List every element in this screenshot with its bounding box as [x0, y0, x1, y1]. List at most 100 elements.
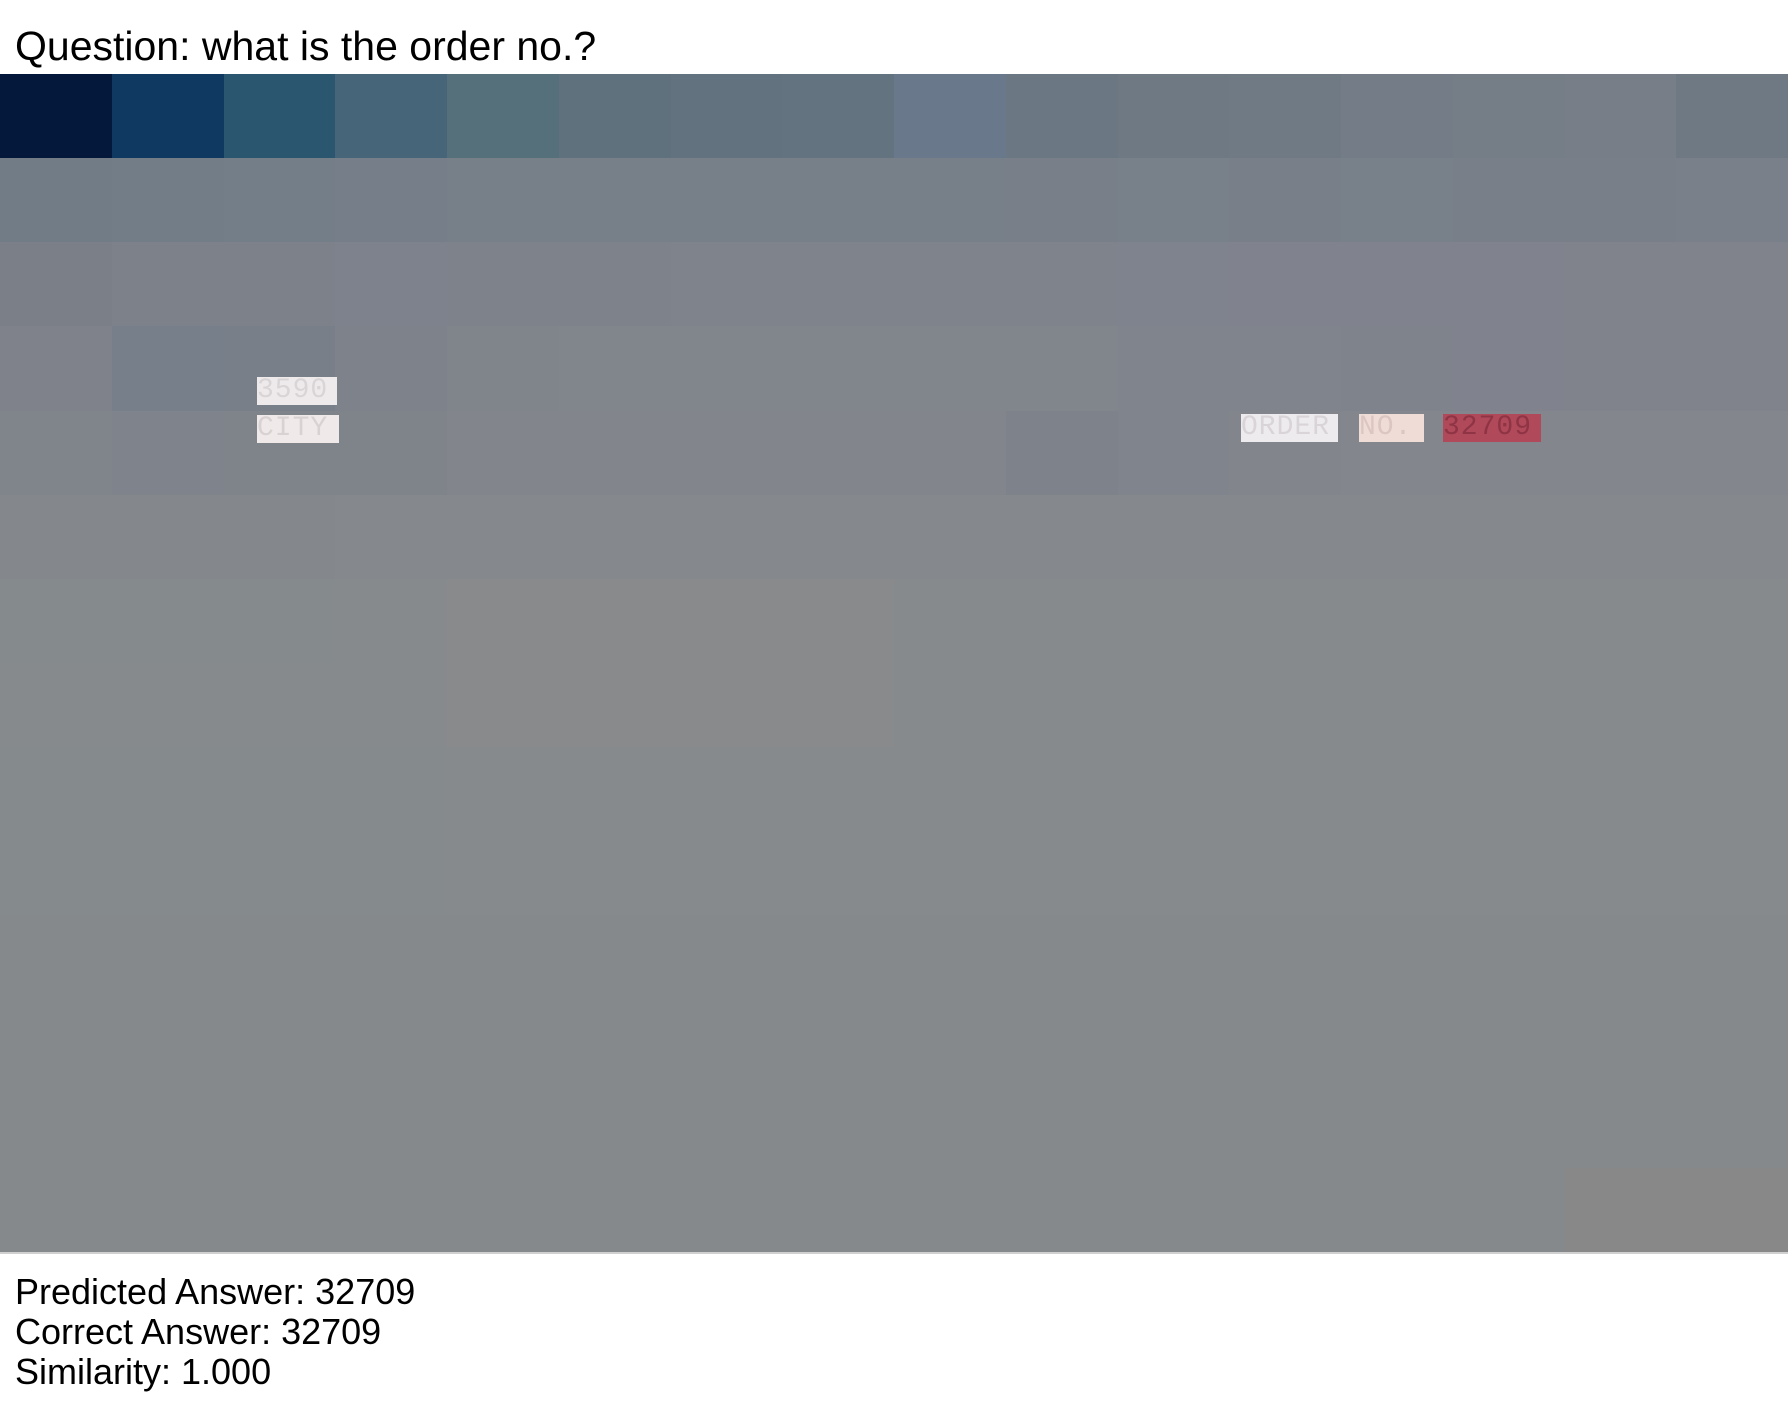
heatmap-cell — [670, 831, 783, 916]
heatmap-cell — [1005, 494, 1118, 579]
divider — [0, 1252, 1788, 1254]
heatmap-cell — [1005, 326, 1118, 411]
token-order: ORDER — [1241, 414, 1338, 442]
heatmap-cell — [1341, 326, 1453, 411]
heatmap-cell — [1117, 326, 1230, 411]
heatmap-cell — [1117, 410, 1230, 495]
heatmap-cell — [1005, 1083, 1118, 1168]
heatmap-cell — [1117, 578, 1230, 663]
heatmap-cell — [0, 578, 112, 663]
heatmap-cell — [335, 494, 447, 579]
heatmap-cell — [782, 747, 894, 832]
heatmap-cell — [335, 915, 447, 1000]
heatmap-cell — [335, 74, 447, 159]
heatmap-cell — [670, 326, 783, 411]
heatmap-cell — [0, 1167, 112, 1252]
heatmap-cell — [1564, 831, 1677, 916]
heatmap-cell — [1676, 578, 1788, 663]
heatmap-cell — [1564, 158, 1677, 243]
heatmap-cell — [894, 74, 1006, 159]
heatmap-cell — [111, 410, 224, 495]
heatmap-cell — [0, 158, 112, 243]
heatmap-cell — [447, 410, 559, 495]
heatmap-cell — [1341, 747, 1453, 832]
heatmap-cell — [1452, 494, 1565, 579]
heatmap-cell — [1676, 242, 1788, 327]
token-city: CITY — [257, 415, 339, 443]
heatmap-cell — [782, 1167, 894, 1252]
heatmap-cell — [782, 831, 894, 916]
heatmap-cell — [894, 663, 1006, 748]
heatmap-cell — [447, 74, 559, 159]
heatmap-cell — [335, 1167, 447, 1252]
result-summary: Predicted Answer: 32709 Correct Answer: … — [15, 1272, 415, 1392]
heatmap-cell — [223, 494, 336, 579]
heatmap-cell — [558, 578, 671, 663]
heatmap-cell — [1676, 915, 1788, 1000]
heatmap-cell — [223, 915, 336, 1000]
heatmap-cell — [670, 663, 783, 748]
heatmap-cell — [1229, 578, 1341, 663]
heatmap-cell — [894, 410, 1006, 495]
heatmap-cell — [0, 1083, 112, 1168]
heatmap-cell — [558, 999, 671, 1084]
heatmap-cell — [670, 578, 783, 663]
heatmap-cell — [447, 663, 559, 748]
heatmap-cell — [335, 831, 447, 916]
heatmap-cell — [670, 1167, 783, 1252]
heatmap-cell — [1341, 578, 1453, 663]
heatmap-cell — [1452, 578, 1565, 663]
heatmap-cell — [111, 915, 224, 1000]
heatmap-cell — [1005, 1167, 1118, 1252]
heatmap-cell — [1229, 1083, 1341, 1168]
heatmap-cell — [1564, 1083, 1677, 1168]
heatmap-cell — [1564, 410, 1677, 495]
heatmap-cell — [1452, 663, 1565, 748]
heatmap-cell — [0, 999, 112, 1084]
heatmap-cell — [1564, 999, 1677, 1084]
heatmap-cell — [1005, 74, 1118, 159]
heatmap-cell — [1341, 663, 1453, 748]
heatmap-cell — [447, 999, 559, 1084]
heatmap-cell — [894, 831, 1006, 916]
heatmap-cell — [782, 578, 894, 663]
heatmap-cell — [1005, 242, 1118, 327]
heatmap-cell — [558, 747, 671, 832]
heatmap-cell — [1229, 663, 1341, 748]
heatmap-cell — [0, 242, 112, 327]
heatmap-cell — [335, 663, 447, 748]
correct-answer: Correct Answer: 32709 — [15, 1311, 382, 1352]
heatmap-cell — [223, 663, 336, 748]
heatmap-cell — [894, 1083, 1006, 1168]
heatmap-cell — [670, 494, 783, 579]
heatmap-cell — [111, 494, 224, 579]
heatmap-cell — [1229, 158, 1341, 243]
heatmap-cell — [111, 1083, 224, 1168]
heatmap-cell — [1676, 410, 1788, 495]
heatmap-cell — [558, 494, 671, 579]
heatmap-cell — [558, 1167, 671, 1252]
heatmap-cell — [1005, 747, 1118, 832]
heatmap-cell — [782, 158, 894, 243]
heatmap-cell — [1452, 915, 1565, 1000]
heatmap-cell — [1117, 74, 1230, 159]
heatmap-cell — [223, 999, 336, 1084]
heatmap-cell — [447, 915, 559, 1000]
heatmap-cell — [894, 158, 1006, 243]
heatmap-cell — [0, 663, 112, 748]
heatmap-cell — [558, 326, 671, 411]
heatmap-cell — [447, 1167, 559, 1252]
heatmap-cell — [1564, 663, 1677, 748]
heatmap-cell — [1005, 410, 1118, 495]
heatmap-cell — [1229, 242, 1341, 327]
heatmap-cell — [1117, 747, 1230, 832]
heatmap-cell — [111, 158, 224, 243]
heatmap-cell — [1117, 999, 1230, 1084]
heatmap-cell — [1564, 74, 1677, 159]
heatmap-cell — [1564, 494, 1677, 579]
heatmap-cell — [335, 1083, 447, 1168]
heatmap-cell — [782, 326, 894, 411]
heatmap-cell — [447, 578, 559, 663]
heatmap-cell — [670, 242, 783, 327]
heatmap-cell — [111, 242, 224, 327]
